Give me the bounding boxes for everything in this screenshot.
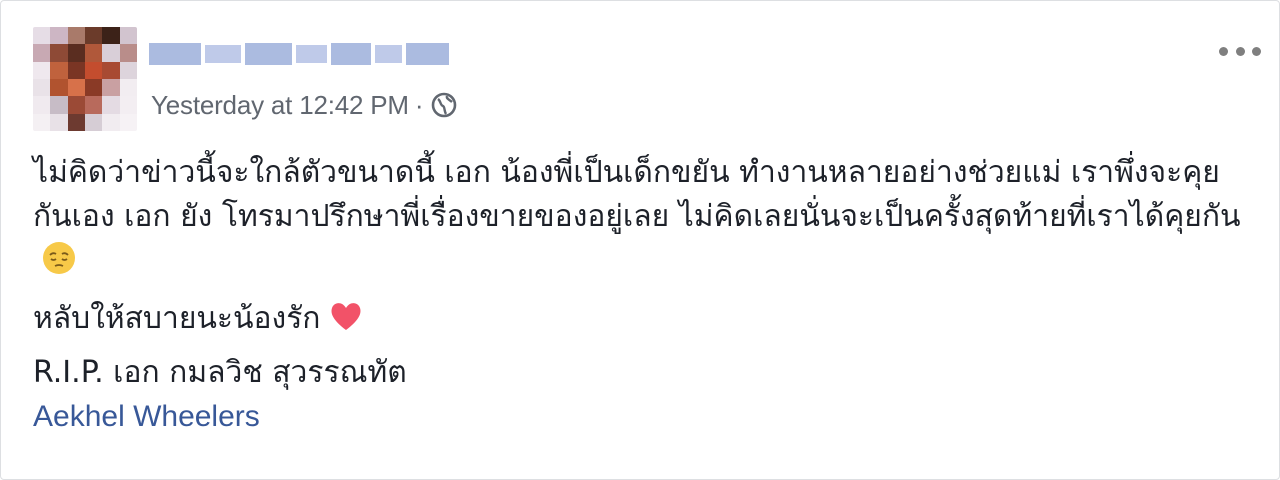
avatar[interactable] — [33, 27, 137, 131]
pensive-face-icon — [43, 242, 75, 274]
avatar-pixel — [67, 44, 85, 62]
avatar-pixel — [67, 61, 85, 79]
facebook-post: Yesterday at 12:42 PM · ไม่คิดว่าข่าวนี้… — [0, 0, 1280, 480]
red-heart-icon — [331, 303, 361, 330]
avatar-pixel — [50, 113, 68, 131]
avatar-pixel — [33, 96, 51, 114]
avatar-pixel — [102, 61, 120, 79]
avatar-pixel — [85, 27, 103, 45]
post-paragraph-text: ไม่คิดว่าข่าวนี้จะใกล้ตัวขนาดนี้ เอก น้อ… — [33, 155, 1241, 234]
more-options-icon[interactable] — [1219, 41, 1261, 61]
avatar-pixel — [119, 61, 137, 79]
avatar-pixel — [102, 79, 120, 97]
globe-icon[interactable] — [429, 90, 459, 120]
avatar-pixel — [119, 113, 137, 131]
avatar-pixel — [102, 96, 120, 114]
avatar-pixel — [67, 79, 85, 97]
avatar-pixel — [102, 27, 120, 45]
avatar-pixel — [50, 79, 68, 97]
avatar-pixel — [119, 79, 137, 97]
avatar-pixel — [119, 96, 137, 114]
post-tag-line: Aekhel Wheelers — [33, 395, 1258, 439]
avatar-pixel — [119, 44, 137, 62]
avatar-pixel — [85, 61, 103, 79]
avatar-pixel — [85, 79, 103, 97]
avatar-pixel — [50, 44, 68, 62]
avatar-pixel — [67, 27, 85, 45]
avatar-pixel — [50, 96, 68, 114]
avatar-pixel — [33, 79, 51, 97]
avatar-pixel — [67, 113, 85, 131]
avatar-pixel — [119, 27, 137, 45]
avatar-pixel — [50, 27, 68, 45]
avatar-pixel — [85, 96, 103, 114]
avatar-pixel — [33, 113, 51, 131]
avatar-pixel — [85, 44, 103, 62]
avatar-pixel — [33, 61, 51, 79]
meta-separator: · — [414, 89, 424, 120]
post-paragraph: R.I.P. เอก กมลวิช สุวรรณทัต — [33, 351, 1258, 395]
post-paragraph-text: หลับให้สบายนะน้องรัก — [33, 301, 321, 336]
avatar-pixel — [102, 113, 120, 131]
post-timestamp[interactable]: Yesterday at 12:42 PM — [151, 90, 409, 121]
post-body: ไม่คิดว่าข่าวนี้จะใกล้ตัวขนาดนี้ เอก น้อ… — [33, 151, 1258, 439]
author-name-blurred[interactable] — [149, 41, 450, 67]
post-paragraph: หลับให้สบายนะน้องรัก — [33, 297, 1258, 341]
post-paragraph: ไม่คิดว่าข่าวนี้จะใกล้ตัวขนาดนี้ เอก น้อ… — [33, 151, 1258, 283]
avatar-pixel — [33, 44, 51, 62]
post-meta: Yesterday at 12:42 PM · — [151, 85, 459, 125]
tagged-page-link[interactable]: Aekhel Wheelers — [33, 400, 260, 433]
post-paragraph-text: R.I.P. เอก กมลวิช สุวรรณทัต — [33, 355, 407, 390]
avatar-pixel — [85, 113, 103, 131]
avatar-pixel — [102, 44, 120, 62]
avatar-pixel — [50, 61, 68, 79]
avatar-pixel — [67, 96, 85, 114]
avatar-pixel — [33, 27, 51, 45]
